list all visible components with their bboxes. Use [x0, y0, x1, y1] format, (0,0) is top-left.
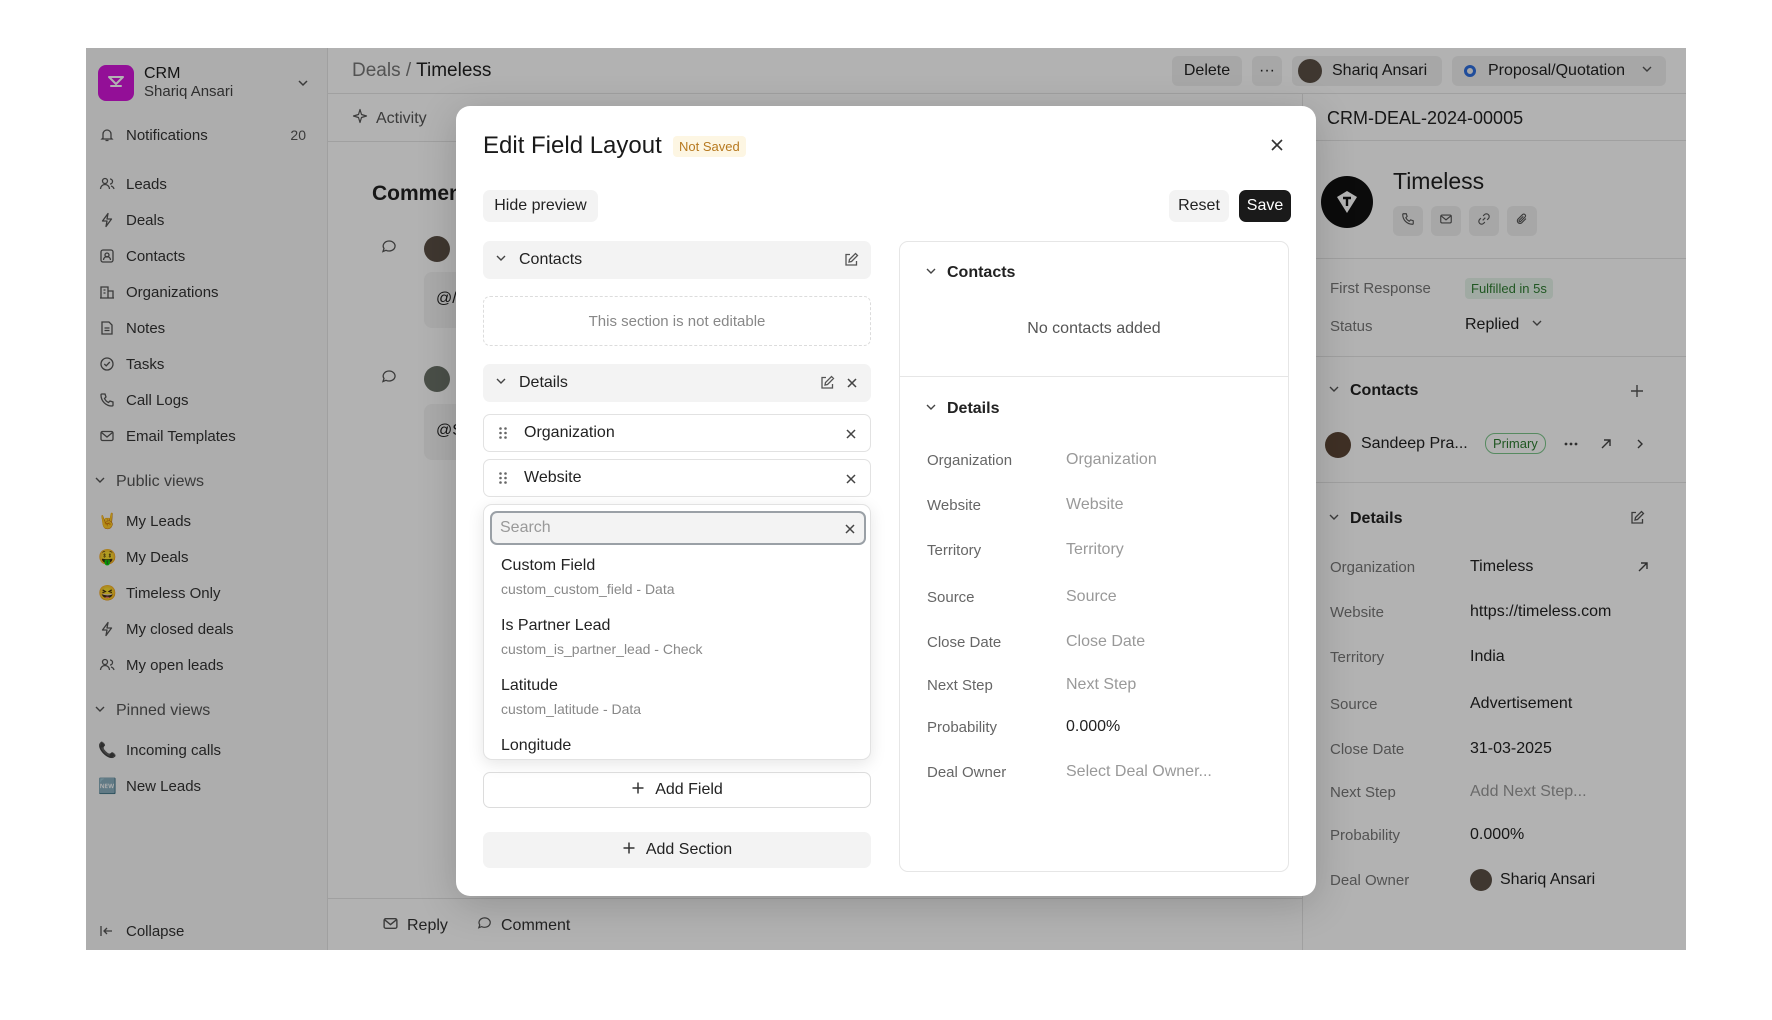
- reset-button[interactable]: Reset: [1169, 190, 1229, 222]
- remove-field-icon[interactable]: [844, 472, 858, 491]
- field-name: Website: [524, 469, 582, 486]
- preview-probability-value[interactable]: 0.000%: [1066, 718, 1120, 736]
- option-label: Latitude: [501, 677, 558, 694]
- preview-territory-value[interactable]: Territory: [1066, 541, 1124, 559]
- field-option-is-partner-lead[interactable]: Is Partner Lead custom_is_partner_lead -…: [501, 617, 703, 657]
- preview-organization-value[interactable]: Organization: [1066, 451, 1157, 469]
- field-row-website[interactable]: Website: [483, 459, 871, 497]
- drag-handle-icon[interactable]: [498, 426, 510, 440]
- option-label: Custom Field: [501, 557, 596, 574]
- close-dialog-button[interactable]: [1264, 134, 1290, 160]
- option-label: Is Partner Lead: [501, 617, 611, 634]
- add-field-button[interactable]: Add Field: [483, 772, 871, 808]
- search-field-wrapper: [490, 511, 866, 545]
- preview-close-date-value[interactable]: Close Date: [1066, 633, 1145, 651]
- chevron-down-icon: [925, 264, 937, 282]
- add-section-button[interactable]: Add Section: [483, 832, 871, 868]
- preview-next-step-value[interactable]: Next Step: [1066, 676, 1136, 694]
- dialog-title: Edit Field Layout: [483, 132, 662, 159]
- layout-preview: Contacts No contacts added Details Organ…: [899, 241, 1289, 872]
- option-fieldname: custom_latitude - Data: [501, 701, 642, 717]
- preview-label: Deal Owner: [927, 764, 1007, 781]
- chevron-down-icon: [495, 251, 507, 269]
- field-name: Organization: [524, 424, 615, 441]
- preview-section-heading: Contacts: [947, 264, 1016, 281]
- option-label: Longitude: [501, 737, 572, 754]
- add-section-label: Add Section: [645, 841, 733, 858]
- edit-field-layout-dialog: Edit Field Layout Not Saved Hide preview…: [456, 106, 1316, 896]
- field-option-longitude[interactable]: Longitude: [501, 737, 571, 755]
- preview-website-value[interactable]: Website: [1066, 496, 1124, 514]
- field-option-latitude[interactable]: Latitude custom_latitude - Data: [501, 677, 641, 717]
- preview-deal-owner-value[interactable]: Select Deal Owner...: [1066, 763, 1212, 781]
- section-name: Details: [519, 374, 568, 391]
- chevron-down-icon: [925, 400, 937, 418]
- preview-contacts-toggle[interactable]: Contacts: [925, 264, 1015, 282]
- search-input[interactable]: [500, 519, 820, 537]
- option-fieldname: custom_custom_field - Data: [501, 581, 675, 597]
- preview-label: Next Step: [927, 677, 993, 694]
- plus-icon: [622, 841, 636, 860]
- details-section-header[interactable]: Details: [483, 364, 871, 402]
- close-icon[interactable]: [845, 376, 859, 395]
- clear-search-icon[interactable]: [844, 522, 856, 540]
- preview-source-value[interactable]: Source: [1066, 588, 1117, 606]
- field-picker-dropdown: Custom Field custom_custom_field - Data …: [483, 504, 871, 760]
- not-saved-badge: Not Saved: [673, 136, 746, 157]
- preview-section-heading: Details: [947, 400, 1000, 417]
- remove-field-icon[interactable]: [844, 427, 858, 446]
- not-editable-notice: This section is not editable: [483, 296, 871, 346]
- drag-handle-icon[interactable]: [498, 471, 510, 485]
- contacts-section-header[interactable]: Contacts: [483, 241, 871, 279]
- close-icon: [1269, 137, 1285, 158]
- hide-preview-button[interactable]: Hide preview: [483, 190, 598, 222]
- chevron-down-icon: [495, 374, 507, 392]
- preview-label: Territory: [927, 542, 982, 559]
- preview-label: Organization: [927, 452, 1013, 469]
- field-option-custom-field[interactable]: Custom Field custom_custom_field - Data: [501, 557, 675, 597]
- option-fieldname: custom_is_partner_lead - Check: [501, 641, 703, 657]
- preview-details-toggle[interactable]: Details: [925, 400, 999, 418]
- preview-label: Close Date: [927, 634, 1002, 651]
- plus-icon: [631, 781, 645, 800]
- section-name: Contacts: [519, 251, 583, 268]
- field-row-organization[interactable]: Organization: [483, 414, 871, 452]
- crm-app: CRM Shariq Ansari Notifications 20 Leads…: [86, 48, 1686, 950]
- add-field-label: Add Field: [655, 781, 723, 798]
- edit-icon[interactable]: [819, 375, 835, 396]
- edit-icon[interactable]: [843, 252, 859, 273]
- preview-label: Source: [927, 589, 975, 606]
- no-contacts-text: No contacts added: [1027, 320, 1161, 337]
- preview-label: Website: [927, 497, 981, 514]
- save-button[interactable]: Save: [1239, 190, 1291, 222]
- preview-label: Probability: [927, 719, 998, 736]
